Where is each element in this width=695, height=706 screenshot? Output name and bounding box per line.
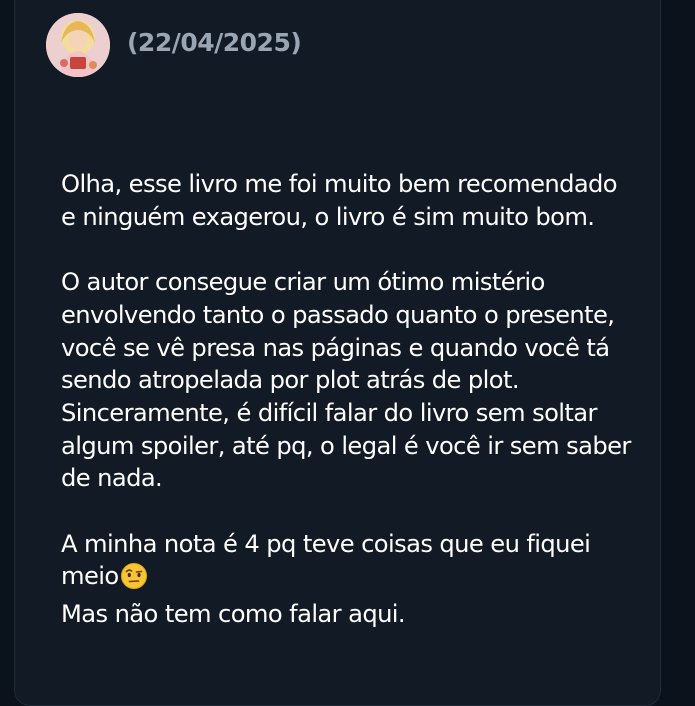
user-avatar[interactable] bbox=[46, 13, 110, 77]
avatar-illustration bbox=[46, 13, 110, 77]
review-closing: A minha nota é 4 pq teve coisas que eu f… bbox=[61, 528, 631, 631]
review-text: Olha, esse livro me foi muito bem recome… bbox=[61, 168, 631, 631]
face-with-raised-eyebrow-emoji-icon bbox=[120, 563, 147, 598]
review-paragraph-1: Olha, esse livro me foi muito bem recome… bbox=[61, 170, 618, 231]
review-closing-line-2: Mas não tem como falar aqui. bbox=[61, 600, 406, 629]
review-date: (22/04/2025) bbox=[127, 28, 302, 57]
review-paragraph-2: O autor consegue criar um ótimo mistério… bbox=[61, 268, 631, 493]
